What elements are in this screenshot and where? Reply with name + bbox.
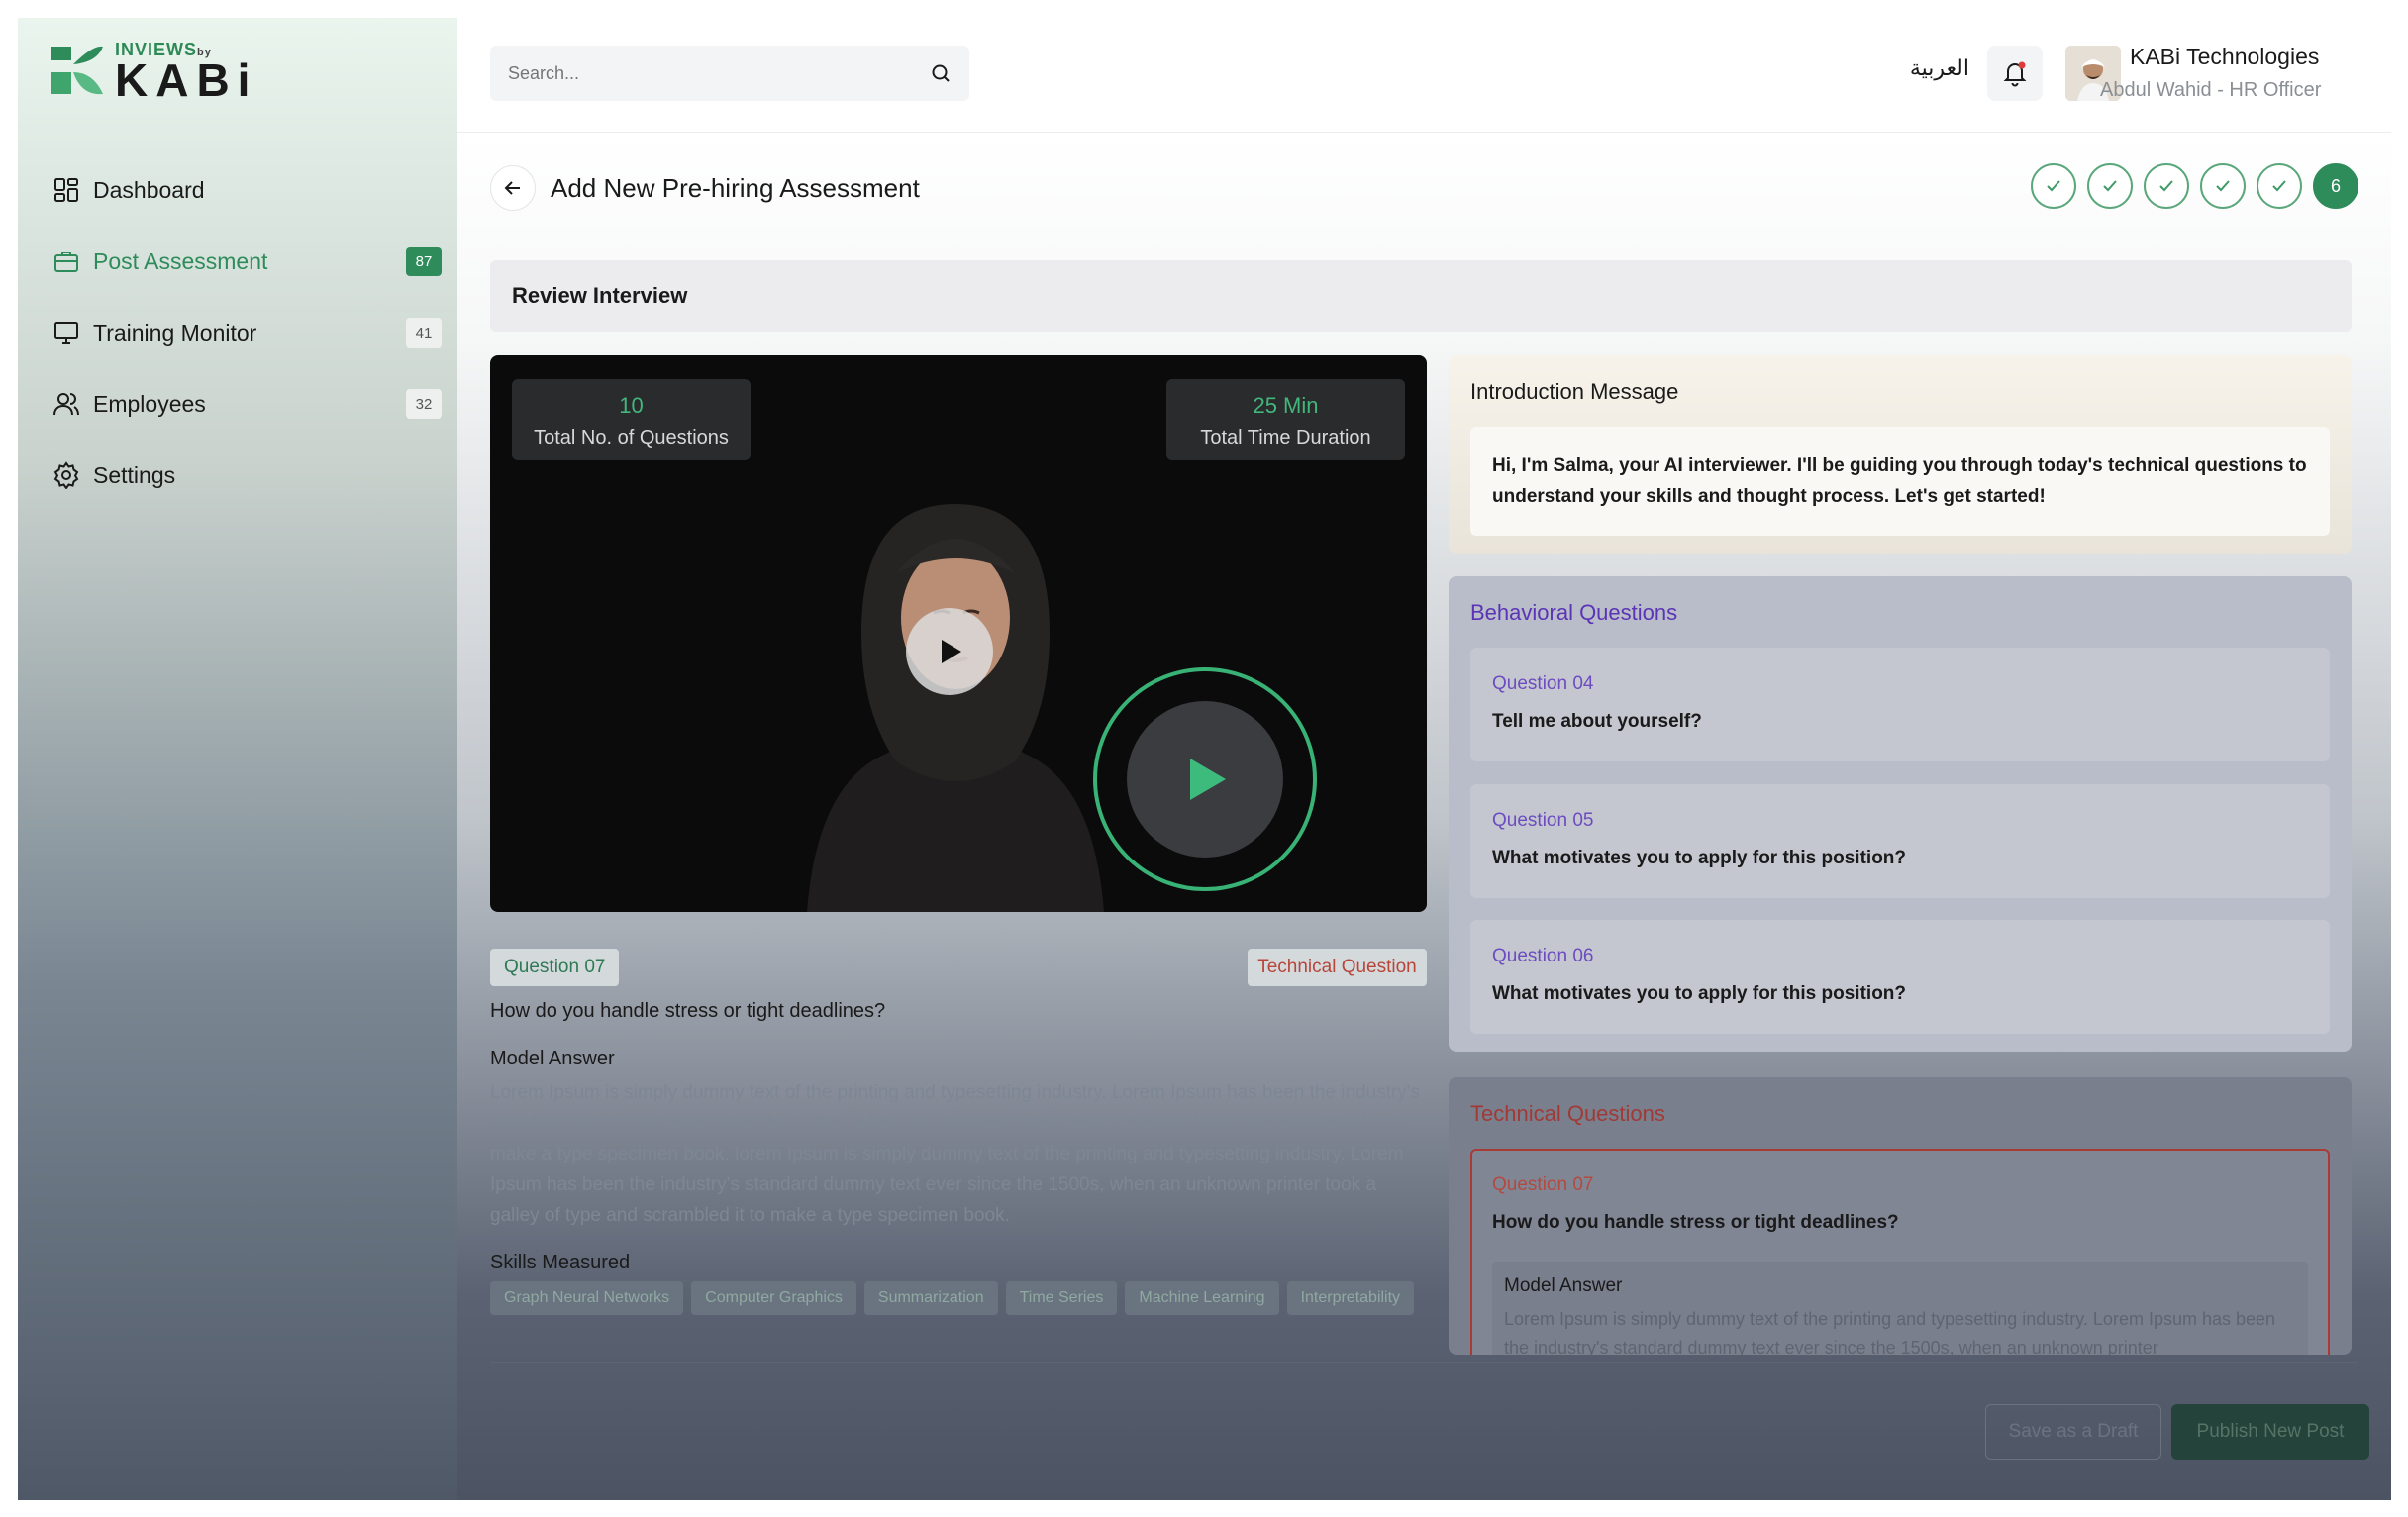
logo-mark-icon bbox=[51, 46, 103, 94]
nav-badge: 41 bbox=[406, 318, 442, 348]
sidebar-item-employees[interactable]: Employees 32 bbox=[51, 368, 442, 440]
play-icon bbox=[1190, 758, 1226, 800]
play-button-large[interactable] bbox=[1093, 667, 1317, 891]
step-completed[interactable] bbox=[2031, 163, 2076, 209]
sidebar: INVIEWSby KABi Dashboard Post Assessment… bbox=[18, 18, 457, 1500]
logo: INVIEWSby KABi bbox=[48, 40, 258, 106]
questions-count: 10 bbox=[619, 393, 644, 418]
play-icon bbox=[942, 640, 961, 663]
page-title: Add New Pre-hiring Assessment bbox=[551, 173, 920, 203]
sidebar-item-label: Employees bbox=[93, 390, 206, 417]
duration-value: 25 Min bbox=[1253, 393, 1319, 418]
stepper: 6 bbox=[2031, 163, 2358, 209]
question-text: How do you handle stress or tight deadli… bbox=[490, 1000, 886, 1022]
behavioral-question-item[interactable]: Question 04 Tell me about yourself? bbox=[1470, 648, 2330, 761]
search-icon[interactable] bbox=[930, 62, 952, 84]
play-button-small[interactable] bbox=[906, 608, 993, 695]
user-company: KABi Technologies bbox=[2130, 44, 2320, 69]
skill-chip: Machine Learning bbox=[1125, 1281, 1279, 1315]
briefcase-icon bbox=[51, 247, 81, 276]
skill-chip: Time Series bbox=[1005, 1281, 1118, 1315]
search-input[interactable] bbox=[508, 62, 930, 84]
arrow-left-icon bbox=[504, 181, 520, 195]
sidebar-item-training-monitor[interactable]: Training Monitor 41 bbox=[51, 297, 442, 368]
skill-chip: Graph Neural Networks bbox=[490, 1281, 684, 1315]
duration-stat: 25 Min Total Time Duration bbox=[1166, 379, 1405, 460]
step-completed[interactable] bbox=[2200, 163, 2246, 209]
question-text: What motivates you to apply for this pos… bbox=[1492, 848, 1907, 868]
publish-button[interactable]: Publish New Post bbox=[2171, 1404, 2369, 1460]
behavioral-title: Behavioral Questions bbox=[1470, 600, 1678, 625]
step-completed[interactable] bbox=[2257, 163, 2302, 209]
users-icon bbox=[51, 389, 81, 419]
intro-message: Hi, I'm Salma, your AI interviewer. I'll… bbox=[1470, 427, 2330, 536]
question-number: Question 04 bbox=[1492, 673, 1594, 694]
model-answer-text: Lorem Ipsum is simply dummy text of the … bbox=[1504, 1309, 2276, 1355]
model-answer-label: Model Answer bbox=[490, 1048, 615, 1069]
notification-button[interactable] bbox=[1987, 46, 2043, 101]
section-heading: Review Interview bbox=[490, 260, 2352, 332]
duration-label: Total Time Duration bbox=[1200, 427, 1371, 449]
model-answer-text: Lorem Ipsum is simply dummy text of the … bbox=[490, 1082, 1420, 1226]
video-player[interactable]: 10 Total No. of Questions 25 Min Total T… bbox=[490, 355, 1427, 912]
top-header: العربية KABi Technologies Abdul Wahid - … bbox=[457, 18, 2391, 133]
main-content: Add New Pre-hiring Assessment 6 Review I… bbox=[457, 134, 2391, 1500]
step-completed[interactable] bbox=[2144, 163, 2189, 209]
sidebar-item-label: Dashboard bbox=[93, 176, 205, 203]
behavioral-card: Behavioral Questions Question 04 Tell me… bbox=[1449, 576, 2352, 1052]
check-icon bbox=[2272, 180, 2286, 192]
skill-chip: Computer Graphics bbox=[691, 1281, 856, 1315]
model-answer-box: Model Answer Lorem Ipsum is simply dummy… bbox=[1492, 1262, 2308, 1355]
questions-label: Total No. of Questions bbox=[534, 427, 729, 449]
step-completed[interactable] bbox=[2087, 163, 2133, 209]
save-draft-button[interactable]: Save as a Draft bbox=[1985, 1404, 2161, 1460]
footer-divider bbox=[490, 1362, 2358, 1363]
check-icon bbox=[2159, 180, 2173, 192]
technical-title: Technical Questions bbox=[1470, 1101, 1665, 1126]
app-frame: INVIEWSby KABi Dashboard Post Assessment… bbox=[18, 18, 2391, 1500]
technical-question-item[interactable]: Question 07 How do you handle stress or … bbox=[1470, 1149, 2330, 1355]
back-button[interactable] bbox=[490, 165, 536, 211]
question-number: Question 06 bbox=[1492, 946, 1594, 966]
language-switch[interactable]: العربية bbox=[1910, 55, 1969, 81]
sidebar-item-label: Training Monitor bbox=[93, 319, 257, 346]
sidebar-item-post-assessment[interactable]: Post Assessment 87 bbox=[51, 226, 442, 297]
step-current[interactable]: 6 bbox=[2313, 163, 2358, 209]
sidebar-nav: Dashboard Post Assessment 87 Training Mo… bbox=[51, 154, 442, 511]
skills-list: Graph Neural Networks Computer Graphics … bbox=[490, 1281, 1427, 1315]
check-icon bbox=[2047, 180, 2060, 192]
skill-chip: Summarization bbox=[863, 1281, 998, 1315]
intro-card: Introduction Message Hi, I'm Salma, your… bbox=[1449, 355, 2352, 554]
behavioral-question-item[interactable]: Question 05 What motivates you to apply … bbox=[1470, 784, 2330, 898]
gear-icon bbox=[51, 460, 81, 490]
nav-badge: 32 bbox=[406, 389, 442, 419]
model-answer-label: Model Answer bbox=[1504, 1275, 1623, 1296]
dashboard-icon bbox=[51, 175, 81, 205]
sidebar-item-dashboard[interactable]: Dashboard bbox=[51, 154, 442, 226]
nav-badge: 87 bbox=[406, 247, 442, 276]
check-icon bbox=[2216, 180, 2230, 192]
search-box bbox=[490, 46, 969, 101]
sidebar-item-label: Post Assessment bbox=[93, 248, 268, 274]
sidebar-item-settings[interactable]: Settings bbox=[51, 440, 442, 511]
skills-label: Skills Measured bbox=[490, 1252, 631, 1273]
question-text: How do you handle stress or tight deadli… bbox=[1492, 1212, 1899, 1233]
question-type-tag: Technical Question bbox=[1248, 949, 1427, 986]
question-tag: Question 07 bbox=[490, 949, 620, 986]
skill-chip: Interpretability bbox=[1286, 1281, 1415, 1315]
technical-card: Technical Questions Question 07 How do y… bbox=[1449, 1077, 2352, 1355]
user-role: Abdul Wahid - HR Officer bbox=[2100, 79, 2322, 101]
sidebar-item-label: Settings bbox=[93, 461, 176, 488]
check-icon bbox=[2103, 180, 2117, 192]
logo-main-text: KABi bbox=[115, 54, 258, 106]
questions-stat: 10 Total No. of Questions bbox=[512, 379, 751, 460]
monitor-icon bbox=[51, 318, 81, 348]
question-text: What motivates you to apply for this pos… bbox=[1492, 983, 1907, 1004]
question-number: Question 05 bbox=[1492, 810, 1594, 831]
question-number: Question 07 bbox=[1492, 1174, 1594, 1195]
behavioral-question-item[interactable]: Question 06 What motivates you to apply … bbox=[1470, 920, 2330, 1034]
bell-icon bbox=[2003, 61, 2027, 87]
intro-title: Introduction Message bbox=[1470, 379, 1679, 404]
question-text: Tell me about yourself? bbox=[1492, 711, 1702, 732]
